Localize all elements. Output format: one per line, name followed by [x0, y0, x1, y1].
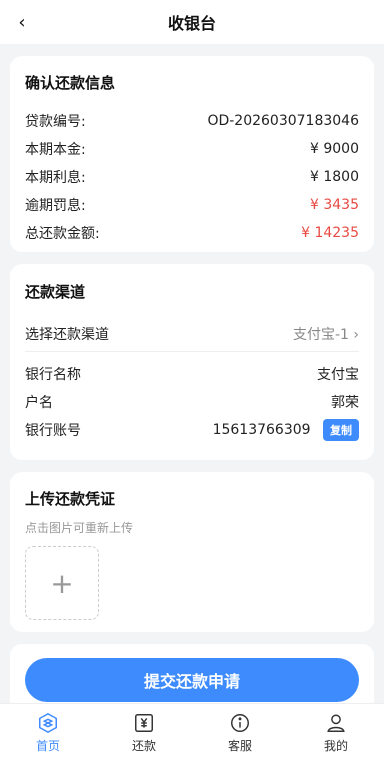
- holder-value: 郭荣: [331, 395, 359, 411]
- repay-icon: [135, 713, 153, 732]
- home-icon: [39, 712, 57, 733]
- tab-label: 还款: [131, 738, 156, 753]
- holder-row: 户名 郭荣: [25, 388, 359, 416]
- submit-button[interactable]: 提交还款申请: [25, 658, 359, 702]
- tab-label: 我的: [323, 738, 348, 753]
- page-title: 收银台: [167, 14, 216, 33]
- confirm-title: 确认还款信息: [25, 74, 116, 92]
- plus-icon: +: [50, 566, 74, 600]
- info-row: 本期利息: ¥ 1800: [25, 163, 359, 191]
- holder-label: 户名: [25, 395, 53, 411]
- upload-box[interactable]: +: [25, 546, 99, 620]
- info-row: 总还款金额: ¥ 14235: [25, 219, 359, 247]
- channel-select[interactable]: 选择还款渠道 支付宝-1 ›: [25, 316, 359, 352]
- account-value: 15613766309: [212, 422, 311, 438]
- bank-name-label: 银行名称: [25, 367, 81, 383]
- info-label: 贷款编号:: [25, 114, 86, 130]
- tab-mine[interactable]: 我的: [288, 704, 384, 761]
- service-icon: [231, 713, 249, 732]
- tab-label: 首页: [35, 738, 60, 753]
- account-label: 银行账号: [25, 423, 81, 439]
- info-row: 逾期罚息: ¥ 3435: [25, 191, 359, 219]
- account-row: 银行账号 15613766309 复制: [25, 416, 359, 444]
- channel-select-label: 选择还款渠道: [25, 326, 109, 343]
- upload-card: 上传还款凭证 点击图片可重新上传 +: [10, 472, 374, 632]
- info-value: ¥ 1800: [310, 169, 359, 185]
- copy-button[interactable]: 复制: [323, 419, 359, 441]
- info-value: OD-20260307183046: [207, 113, 359, 129]
- bank-name-value: 支付宝: [317, 367, 359, 383]
- info-label: 逾期罚息:: [25, 198, 86, 214]
- info-label: 本期利息:: [25, 170, 86, 186]
- tabbar: 首页 还款 客服 我的: [0, 703, 384, 761]
- info-label: 总还款金额:: [25, 226, 100, 242]
- info-row: 贷款编号: OD-20260307183046: [25, 107, 359, 135]
- tab-service[interactable]: 客服: [192, 704, 288, 761]
- chevron-left-icon[interactable]: ‹: [8, 8, 36, 36]
- upload-title: 上传还款凭证: [25, 490, 116, 508]
- info-value: ¥ 3435: [310, 197, 359, 213]
- tab-repay[interactable]: 还款: [96, 704, 192, 761]
- channel-card: 还款渠道 选择还款渠道 支付宝-1 › 银行名称 支付宝 户名 郭荣 银行账号 …: [10, 264, 374, 460]
- upload-hint: 点击图片可重新上传: [25, 521, 134, 535]
- channel-title: 还款渠道: [25, 283, 86, 301]
- info-value: ¥ 14235: [301, 225, 359, 241]
- tab-home[interactable]: 首页: [0, 704, 96, 761]
- info-row: 本期本金: ¥ 9000: [25, 135, 359, 163]
- bank-name-row: 银行名称 支付宝: [25, 360, 359, 388]
- channel-select-value: 支付宝-1 ›: [292, 326, 359, 343]
- user-icon: [327, 713, 345, 732]
- header: ‹ 收银台: [0, 0, 384, 44]
- tab-label: 客服: [227, 738, 252, 753]
- account-group: 15613766309 复制: [213, 419, 359, 441]
- info-label: 本期本金:: [25, 142, 86, 158]
- confirm-card: 确认还款信息 贷款编号: OD-20260307183046 本期本金: ¥ 9…: [10, 56, 374, 252]
- info-value: ¥ 9000: [310, 141, 359, 157]
